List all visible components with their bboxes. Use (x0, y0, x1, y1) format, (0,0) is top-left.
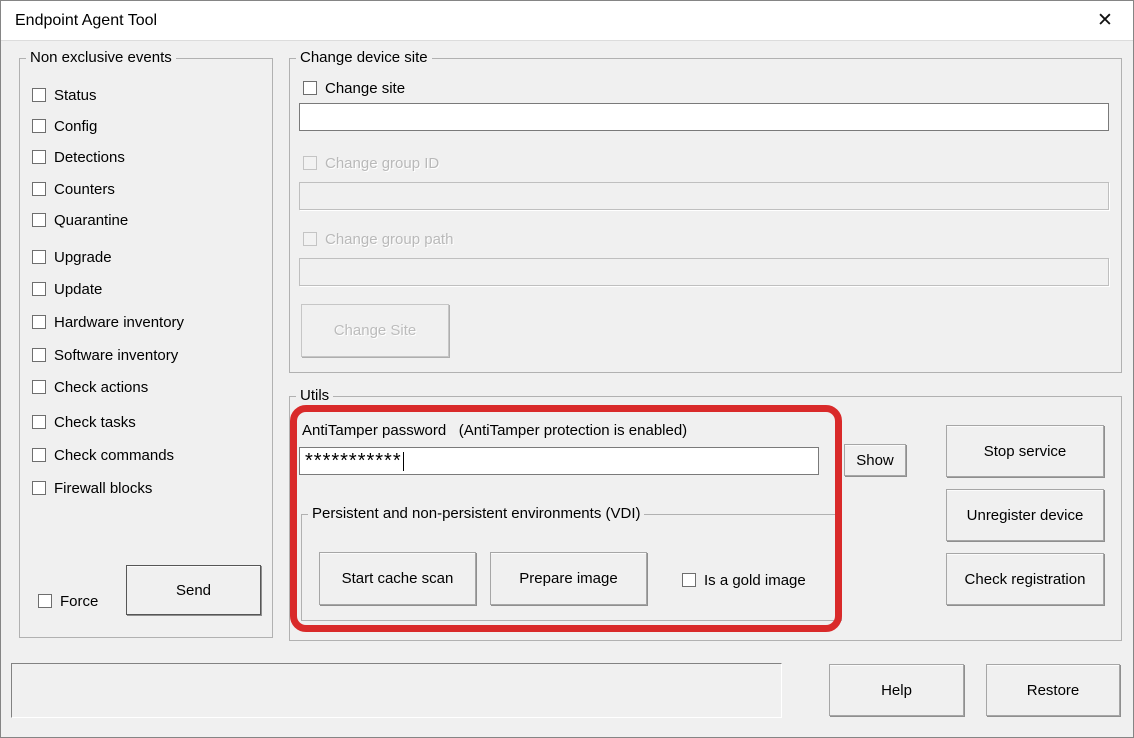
checkbox[interactable] (32, 380, 46, 394)
change-group-path-checkbox-row[interactable]: Change group path (303, 227, 453, 251)
event-checkbox-row-7[interactable]: Hardware inventory (32, 310, 184, 334)
antitamper-label: AntiTamper password (AntiTamper protecti… (302, 422, 687, 439)
gold-image-label[interactable]: Is a gold image (704, 572, 806, 589)
gold-image-checkbox[interactable] (682, 573, 696, 587)
event-checkbox-label[interactable]: Detections (54, 149, 125, 166)
event-checkbox-row-1[interactable]: Config (32, 114, 97, 138)
force-checkbox-row[interactable]: Force (38, 589, 98, 613)
event-checkbox-label[interactable]: Config (54, 118, 97, 135)
event-checkbox-row-0[interactable]: Status (32, 83, 97, 107)
event-checkbox-row-8[interactable]: Software inventory (32, 343, 178, 367)
antitamper-password-input[interactable]: *********** (299, 447, 819, 475)
event-checkbox-label[interactable]: Check tasks (54, 414, 136, 431)
change-group-id-checkbox[interactable] (303, 156, 317, 170)
event-checkbox-row-10[interactable]: Check tasks (32, 410, 136, 434)
change-site-checkbox-row[interactable]: Change site (303, 76, 405, 100)
start-cache-scan-button[interactable]: Start cache scan (319, 552, 476, 605)
checkbox[interactable] (32, 150, 46, 164)
checkbox[interactable] (32, 250, 46, 264)
event-checkbox-label[interactable]: Status (54, 87, 97, 104)
close-icon[interactable]: ✕ (1087, 1, 1123, 41)
send-button[interactable]: Send (126, 565, 261, 615)
help-button[interactable]: Help (829, 664, 964, 716)
checkbox[interactable] (32, 481, 46, 495)
unregister-device-button[interactable]: Unregister device (946, 489, 1104, 541)
event-checkbox-label[interactable]: Check actions (54, 379, 148, 396)
event-checkbox-row-6[interactable]: Update (32, 277, 102, 301)
event-checkbox-label[interactable]: Update (54, 281, 102, 298)
change-group-id-label: Change group ID (325, 155, 439, 172)
event-checkbox-row-2[interactable]: Detections (32, 145, 125, 169)
change-group-path-label: Change group path (325, 231, 453, 248)
event-checkbox-label[interactable]: Counters (54, 181, 115, 198)
event-checkbox-label[interactable]: Upgrade (54, 249, 112, 266)
group-path-input (299, 258, 1109, 286)
checkbox[interactable] (32, 282, 46, 296)
checkbox[interactable] (32, 213, 46, 227)
group-label-utils: Utils (296, 387, 333, 404)
text-caret (403, 452, 404, 471)
gold-image-checkbox-row[interactable]: Is a gold image (682, 568, 806, 592)
restore-button[interactable]: Restore (986, 664, 1120, 716)
check-registration-button[interactable]: Check registration (946, 553, 1104, 605)
checkbox[interactable] (32, 415, 46, 429)
stop-service-button[interactable]: Stop service (946, 425, 1104, 477)
change-site-checkbox[interactable] (303, 81, 317, 95)
status-output-panel (11, 663, 782, 718)
title-bar: Endpoint Agent Tool ✕ (1, 1, 1133, 41)
dialog-window: Endpoint Agent Tool ✕ Non exclusive even… (0, 0, 1134, 738)
checkbox[interactable] (32, 448, 46, 462)
checkbox[interactable] (32, 315, 46, 329)
event-checkbox-row-12[interactable]: Firewall blocks (32, 476, 152, 500)
event-checkbox-row-5[interactable]: Upgrade (32, 245, 112, 269)
group-label-events: Non exclusive events (26, 49, 176, 66)
group-label-vdi: Persistent and non-persistent environmen… (308, 505, 644, 522)
change-site-label[interactable]: Change site (325, 80, 405, 97)
event-checkbox-label[interactable]: Check commands (54, 447, 174, 464)
change-group-id-checkbox-row[interactable]: Change group ID (303, 151, 439, 175)
event-checkbox-label[interactable]: Firewall blocks (54, 480, 152, 497)
change-group-path-checkbox[interactable] (303, 232, 317, 246)
group-id-input (299, 182, 1109, 210)
checkbox[interactable] (32, 88, 46, 102)
event-checkbox-row-9[interactable]: Check actions (32, 375, 148, 399)
site-input[interactable] (299, 103, 1109, 131)
force-label[interactable]: Force (60, 593, 98, 610)
checkbox[interactable] (32, 119, 46, 133)
event-checkbox-row-4[interactable]: Quarantine (32, 208, 128, 232)
event-checkbox-row-3[interactable]: Counters (32, 177, 115, 201)
prepare-image-button[interactable]: Prepare image (490, 552, 647, 605)
checkbox[interactable] (32, 182, 46, 196)
checkbox[interactable] (32, 348, 46, 362)
group-label-change-device-site: Change device site (296, 49, 432, 66)
password-masked-value: *********** (305, 448, 402, 474)
event-checkbox-row-11[interactable]: Check commands (32, 443, 174, 467)
event-checkbox-label[interactable]: Hardware inventory (54, 314, 184, 331)
window-title: Endpoint Agent Tool (15, 1, 157, 41)
event-checkbox-label[interactable]: Software inventory (54, 347, 178, 364)
show-password-button[interactable]: Show (844, 444, 906, 476)
change-site-button: Change Site (301, 304, 449, 357)
event-checkbox-label[interactable]: Quarantine (54, 212, 128, 229)
force-checkbox[interactable] (38, 594, 52, 608)
